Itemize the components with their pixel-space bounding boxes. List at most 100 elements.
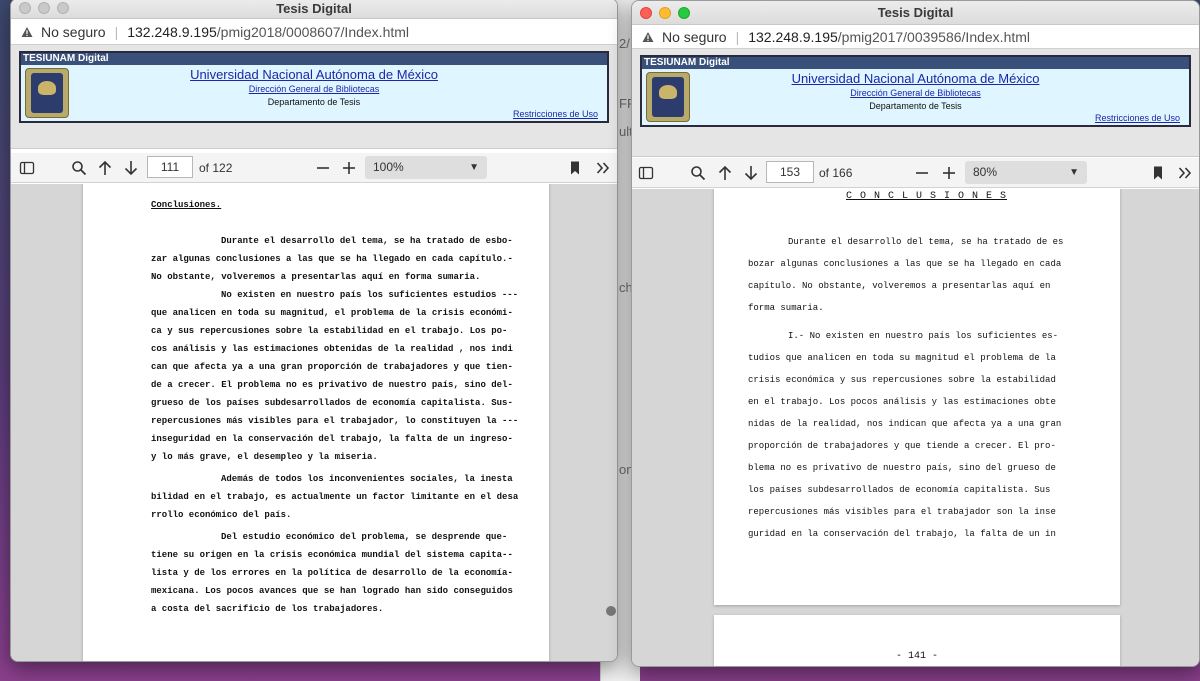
more-tools-icon[interactable] [1177,165,1193,181]
right-browser-window: Tesis Digital No seguro | 132.248.9.195/… [631,0,1200,667]
document-text-line: guridad en la conservación del trabajo, … [748,529,1056,539]
restrictions-link[interactable]: Restricciones de Uso [1095,113,1180,123]
zoom-window-button[interactable] [57,2,69,14]
zoom-out-icon[interactable] [315,160,331,176]
pdf-viewer[interactable]: Conclusiones. Durante el desarrollo del t… [11,184,617,661]
pdf-toolbar: 153 of 166 80% ▼ [632,158,1199,188]
document-text-line: Durante el desarrollo del tema, se ha tr… [788,237,1064,247]
document-text-line: repercusiones más visibles para el traba… [151,416,519,426]
page-heading: Conclusiones. [151,200,222,210]
security-label: No seguro [41,23,106,40]
document-text-line: bozar algunas conclusiones a las que se … [748,259,1062,269]
window-title: Tesis Digital [276,1,352,16]
document-text-line: Durante el desarrollo del tema, se ha tr… [221,236,513,246]
title-bar: Tesis Digital [11,0,617,19]
banner-header: TESIUNAM Digital [642,57,1189,69]
title-bar: Tesis Digital [632,1,1199,25]
security-label: No seguro [662,28,727,45]
more-tools-icon[interactable] [595,160,611,176]
document-text-line: rrollo económico del país. [151,510,292,520]
previous-page-icon[interactable] [717,165,733,181]
scrollbar-thumb[interactable] [606,606,616,616]
document-text-line: repercusiones más visibles para el traba… [748,507,1056,517]
document-text-line: que analicen en toda su magnitud, el pro… [151,308,513,318]
document-text-line: zar algunas conclusiones a las que se ha… [151,254,513,264]
url-path: /pmig2017/0039586/Index.html [837,28,1031,45]
document-text-line: grueso de los países subdesarrollados de… [151,398,513,408]
document-text-line: de a crecer. El problema no es privativo… [151,380,513,390]
next-page-icon[interactable] [123,160,139,176]
document-text-line: inseguridad en la conservación del traba… [151,434,513,444]
bookmark-icon[interactable] [567,160,583,176]
university-link[interactable]: Universidad Nacional Autónoma de México [21,67,607,82]
restrictions-link[interactable]: Restricciones de Uso [513,109,598,119]
page-number-footer: - 141 - [895,651,938,662]
warning-icon [21,26,33,37]
tesiunam-banner: TESIUNAM Digital Universidad Nacional Au… [11,45,617,149]
zoom-in-icon[interactable] [941,165,957,181]
page-heading: C O N C L U S I O N E S [846,191,1008,202]
pdf-toolbar: 111 of 122 100% ▼ [11,153,617,183]
search-icon[interactable] [690,165,706,181]
document-text-line: Además de todos los inconvenientes socia… [221,474,513,484]
page-number-input[interactable]: 111 [147,156,193,178]
document-text-line: capítulo. No obstante, volveremos a pres… [748,281,1051,291]
document-text-line: ca y sus repercusiones sobre la estabili… [151,326,508,336]
zoom-in-icon[interactable] [341,160,357,176]
bookmark-icon[interactable] [1150,165,1166,181]
document-text-line: blema no es privativo de nuestro país, s… [748,463,1056,473]
pdf-page: C O N C L U S I O N E S Durante el desarr… [714,189,1120,605]
address-bar[interactable]: No seguro | 132.248.9.195/pmig2017/00395… [632,25,1199,49]
document-text-line: tudios que analicen en toda su magnitud … [748,353,1056,363]
document-text-line: bilidad en el trabajo, es actualmente un… [151,492,519,502]
url-path: /pmig2018/0008607/Index.html [216,23,410,40]
document-text-line: proporción de trabajadores y que tiende … [748,441,1056,451]
page-count: of 166 [819,166,853,180]
document-text-line: y lo más grave, el desempleo y la miseri… [151,452,378,462]
warning-icon [642,31,654,42]
chevron-down-icon: ▼ [1069,167,1079,178]
document-text-line: No existen en nuestro país los suficient… [221,290,519,300]
pdf-viewer[interactable]: C O N C L U S I O N E S Durante el desarr… [632,189,1199,666]
document-text-line: Del estudio económico del problema, se d… [221,532,508,542]
directorate-link[interactable]: Dirección General de Bibliotecas [21,84,607,94]
page-count: of 122 [199,161,233,175]
minimize-window-button[interactable] [38,2,50,14]
document-text-line: los países subdesarrollados de economía … [748,485,1051,495]
document-text-line: lista y de los errores en la política de… [151,568,513,578]
close-window-button[interactable] [19,2,31,14]
zoom-value: 100% [373,160,404,174]
chevron-down-icon: ▼ [469,162,479,173]
document-text-line: nidas de la realidad, nos indican que af… [748,419,1062,429]
close-window-button[interactable] [640,7,652,19]
document-text-line: crisis económica y sus repercusiones sob… [748,375,1056,385]
next-page-icon[interactable] [743,165,759,181]
document-text-line: a costa del sacrificio de los trabajador… [151,604,384,614]
window-title: Tesis Digital [877,5,954,20]
document-text-line: forma sumaria. [748,303,824,313]
banner-header: TESIUNAM Digital [21,53,607,65]
address-bar[interactable]: No seguro | 132.248.9.195/pmig2018/00086… [11,19,617,45]
department-label: Departamento de Tesis [267,97,361,107]
minimize-window-button[interactable] [659,7,671,19]
page-number-input[interactable]: 153 [766,161,814,183]
url-host: 132.248.9.195 [127,23,217,40]
zoom-select[interactable]: 100% ▼ [365,156,487,179]
previous-page-icon[interactable] [97,160,113,176]
directorate-link[interactable]: Dirección General de Bibliotecas [642,88,1189,98]
url-host: 132.248.9.195 [748,28,838,45]
pdf-page-next: - 141 - [714,615,1120,666]
document-text-line: cos análisis y las estimaciones obtenida… [151,344,513,354]
document-text-line: can que afecta ya a una gran proporción … [151,362,513,372]
sidebar-toggle-icon[interactable] [638,165,654,181]
university-link[interactable]: Universidad Nacional Autónoma de México [642,71,1189,86]
zoom-select[interactable]: 80% ▼ [965,161,1087,184]
pdf-page: Conclusiones. Durante el desarrollo del t… [83,184,549,661]
zoom-window-button[interactable] [678,7,690,19]
search-icon[interactable] [71,160,87,176]
document-text-line: No obstante, volveremos a presentarlas a… [151,272,481,282]
background-text: 2/ [619,36,630,51]
zoom-value: 80% [973,165,998,179]
sidebar-toggle-icon[interactable] [19,160,35,176]
zoom-out-icon[interactable] [914,165,930,181]
